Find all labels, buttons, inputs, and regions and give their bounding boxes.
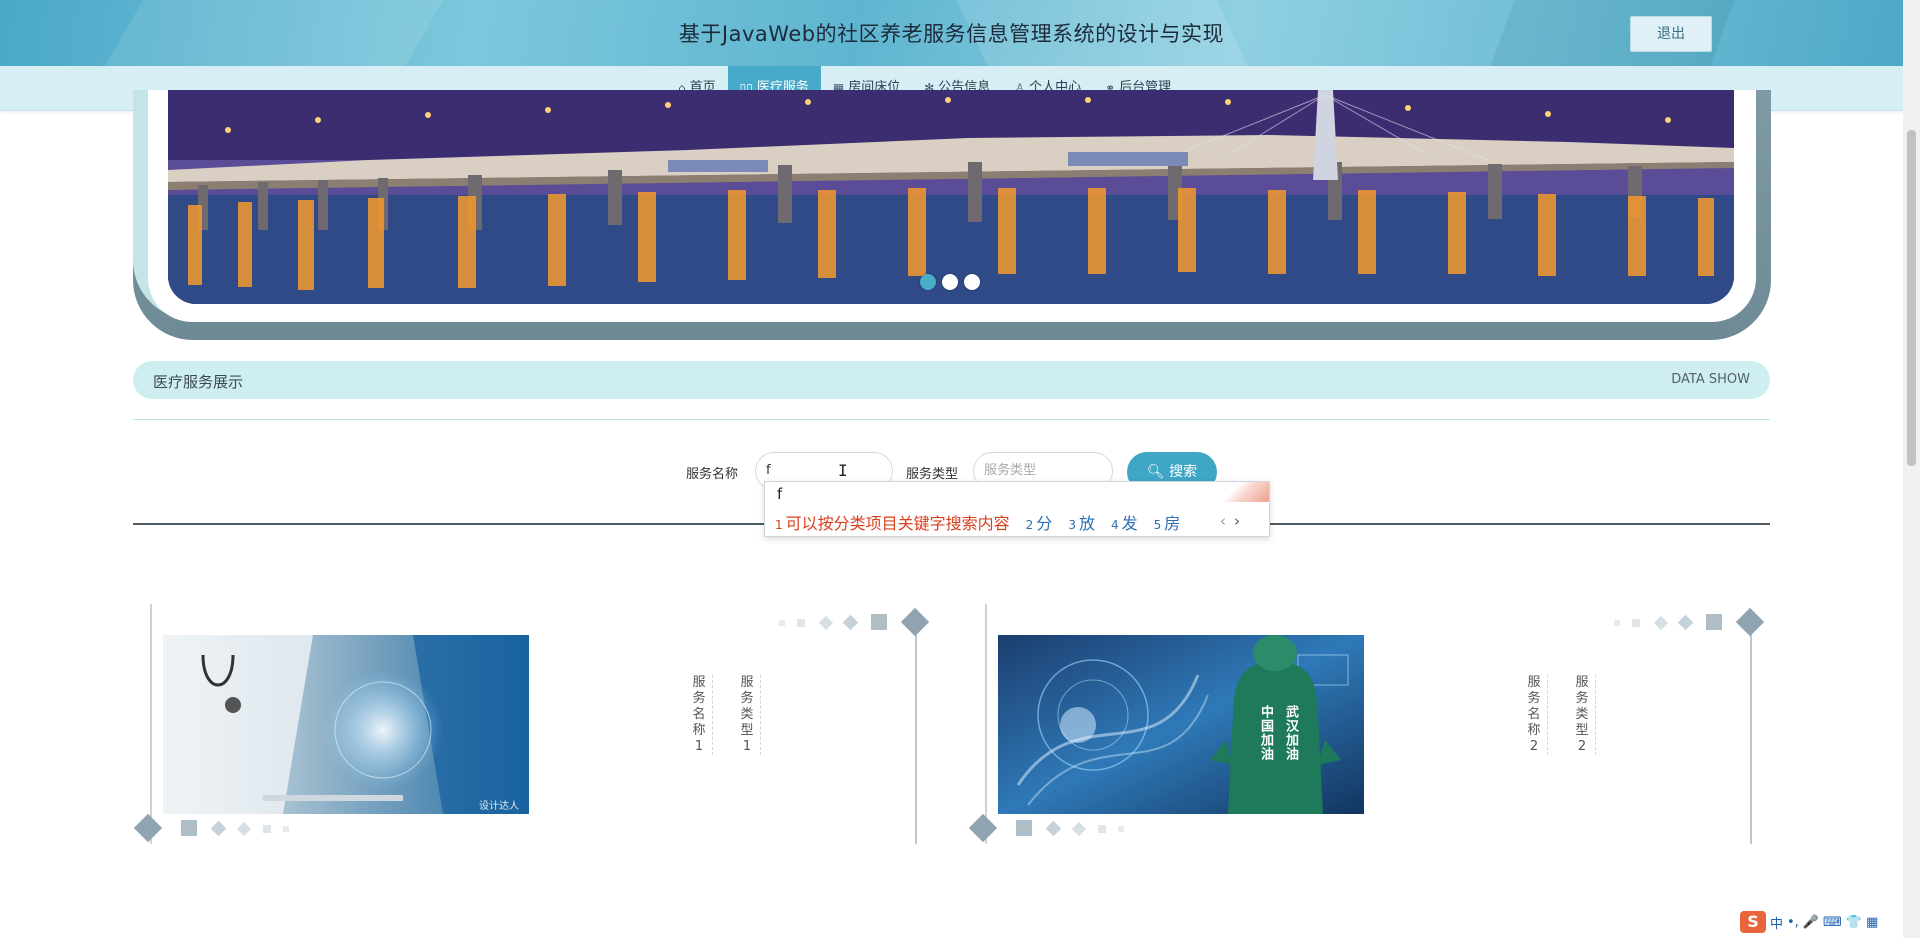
service-card[interactable]: 中国加油 武汉加油 服务名称2 服务类型2 [968,600,1768,850]
section-header: 医疗服务展示 DATA SHOW [133,361,1770,399]
ime-candidate[interactable]: 2分 [1026,510,1053,534]
ime-candidate[interactable]: 5房 [1154,510,1181,534]
square-decoration-icon [1632,619,1640,627]
banner-dot-3[interactable] [964,274,980,290]
service-type: 服务类型2 [1572,675,1596,755]
ime-skin-decoration [1209,482,1269,502]
search-icon: 🔍︎ [1146,464,1165,480]
square-decoration-icon [1016,820,1032,836]
card-line [150,604,152,844]
diamond-decoration-icon [818,615,834,631]
site-title: 基于JavaWeb的社区养老服务信息管理系统的设计与实现 [678,22,1225,46]
service-name: 服务名称2 [1524,675,1548,755]
square-decoration-icon [1098,825,1106,833]
diamond-decoration-icon [1735,607,1765,637]
text-cursor-icon: I [838,461,848,480]
service-type-placeholder: 服务类型 [984,463,1037,478]
banner-dot-2[interactable] [942,274,958,290]
banner-pagination [920,274,980,290]
square-decoration-icon [263,825,271,833]
diamond-decoration-icon [1071,821,1087,837]
page-scrollbar[interactable] [1903,0,1920,938]
image-watermark: 设计达人 [479,801,519,812]
square-decoration-icon [283,826,289,832]
card-line [915,622,917,844]
square-decoration-icon [871,614,887,630]
diamond-decoration-icon [210,820,227,837]
header-bar: 基于JavaWeb的社区养老服务信息管理系统的设计与实现 退出 [0,0,1903,66]
service-type: 服务类型1 [737,675,761,755]
service-type-label: 服务类型 [906,467,959,482]
card-line [985,604,987,844]
banner-dot-1[interactable] [920,274,936,290]
section-title: 医疗服务展示 [153,373,244,391]
diamond-decoration-icon [236,821,252,837]
ime-prev-page-icon[interactable]: ‹ [1220,512,1226,530]
diamond-decoration-icon [900,607,930,637]
square-decoration-icon [797,619,805,627]
diamond-decoration-icon [1653,615,1669,631]
square-decoration-icon [181,820,197,836]
ime-composition: f [777,485,783,503]
square-decoration-icon [1614,620,1620,626]
ime-toolbar: S 中 •, 🎤 ⌨ 👕 ▦ [1740,910,1900,934]
punctuation-icon[interactable]: •, [1787,915,1799,930]
ime-candidate-list: 1 可以按分类项目关键字搜索内容 2分 3放 4发 5房 [775,510,1196,534]
service-image[interactable]: 设计达人 [163,635,529,814]
diamond-decoration-icon [968,813,998,843]
skin-icon[interactable]: 👕 [1846,915,1862,930]
square-decoration-icon [1118,826,1124,832]
sogou-logo-icon[interactable]: S [1740,911,1766,933]
scrollbar-thumb[interactable] [1907,130,1916,466]
toolbox-icon[interactable]: ▦ [1866,915,1878,930]
service-image[interactable]: 中国加油 武汉加油 [998,635,1364,814]
diamond-decoration-icon [1045,820,1062,837]
diamond-decoration-icon [842,614,859,631]
diamond-decoration-icon [133,813,163,843]
service-name-label: 服务名称 [686,467,739,482]
ime-candidate[interactable]: 1 可以按分类项目关键字搜索内容 [775,510,1010,534]
microphone-icon[interactable]: 🎤 [1803,915,1819,930]
service-name-value: f [766,463,771,478]
divider [133,419,1770,420]
search-button-label: 搜索 [1169,464,1198,480]
banner-image [168,90,1734,304]
ime-mode-icon[interactable]: 中 [1770,913,1783,932]
ime-candidate[interactable]: 4发 [1111,510,1138,534]
ime-candidate-popup: f 1 可以按分类项目关键字搜索内容 2分 3放 4发 5房 ‹ › [764,481,1270,537]
service-name: 服务名称1 [689,675,713,755]
image-overlay-text: 武汉加油 [1283,705,1298,761]
card-line [1750,622,1752,844]
ime-candidate[interactable]: 3放 [1068,510,1095,534]
square-decoration-icon [1706,614,1722,630]
diamond-decoration-icon [1677,614,1694,631]
keyboard-icon[interactable]: ⌨ [1823,915,1842,930]
image-overlay-text: 中国加油 [1258,705,1273,761]
section-subtitle: DATA SHOW [1671,372,1750,387]
service-card[interactable]: 设计达人 服务名称1 服务类型1 [133,600,933,850]
ime-next-page-icon[interactable]: › [1234,512,1240,530]
logout-button[interactable]: 退出 [1630,16,1712,52]
square-decoration-icon [779,620,785,626]
ime-page-arrows: ‹ › [1220,512,1240,530]
